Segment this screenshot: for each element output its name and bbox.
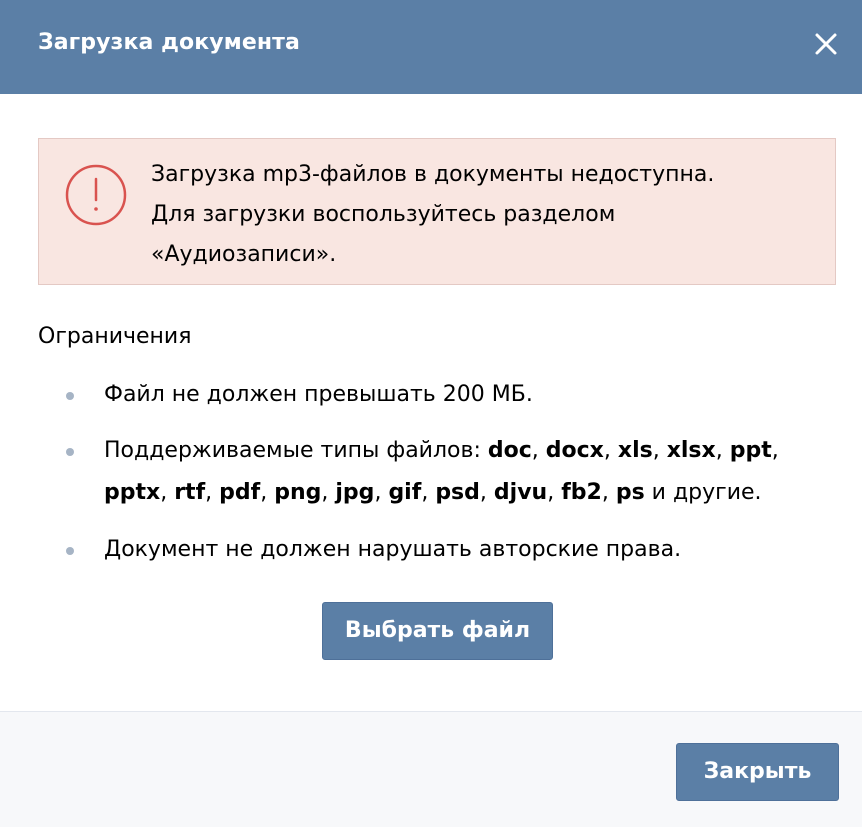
limits-heading: Ограничения: [38, 324, 192, 349]
file-format-docx: docx: [545, 438, 604, 463]
file-format-xlsx: xlsx: [666, 438, 716, 463]
file-format-ppt: ppt: [729, 438, 772, 463]
file-format-fb2: fb2: [561, 480, 602, 505]
file-format-gif: gif: [388, 480, 422, 505]
supported-types-prefix: Поддерживаемые типы файлов:: [104, 438, 488, 463]
file-format-djvu: djvu: [493, 480, 548, 505]
size-limit-text: Файл не должен превышать 200 МБ.: [104, 382, 533, 407]
close-button[interactable]: Закрыть: [676, 743, 839, 801]
exclamation-circle-icon: [64, 163, 128, 227]
modal-title: Загрузка документа: [38, 30, 300, 55]
modal-header: Загрузка документа: [0, 0, 862, 94]
supported-types-text: Поддерживаемые типы файлов: doc, docx, x…: [104, 430, 824, 514]
bullet-icon: [66, 448, 74, 456]
copyright-text: Документ не должен нарушать авторские пр…: [104, 537, 682, 562]
upload-document-modal: Загрузка документа Загрузка mp3-файлов в…: [0, 0, 862, 827]
modal-footer: Закрыть: [0, 711, 862, 827]
file-format-ps: ps: [615, 480, 645, 505]
file-format-rtf: rtf: [174, 480, 206, 505]
file-format-doc: doc: [487, 438, 532, 463]
alert-line: Для загрузки воспользуйтесь разделом: [151, 202, 616, 227]
alert-message: Загрузка mp3-файлов в документы недоступ…: [151, 155, 821, 275]
file-format-pdf: pdf: [219, 480, 261, 505]
file-format-pptx: pptx: [104, 480, 161, 505]
file-format-psd: psd: [435, 480, 480, 505]
bullet-icon: [66, 392, 74, 400]
alert-line: «Аудиозаписи».: [151, 242, 337, 267]
supported-types-suffix: и другие.: [644, 480, 762, 505]
alert-line: Загрузка mp3-файлов в документы недоступ…: [151, 162, 715, 187]
select-file-button[interactable]: Выбрать файл: [322, 602, 553, 660]
file-format-xls: xls: [617, 438, 653, 463]
file-format-jpg: jpg: [335, 480, 375, 505]
bullet-icon: [66, 547, 74, 555]
close-icon[interactable]: [808, 26, 844, 62]
mp3-warning-alert: Загрузка mp3-файлов в документы недоступ…: [38, 138, 836, 285]
file-format-png: png: [274, 480, 322, 505]
